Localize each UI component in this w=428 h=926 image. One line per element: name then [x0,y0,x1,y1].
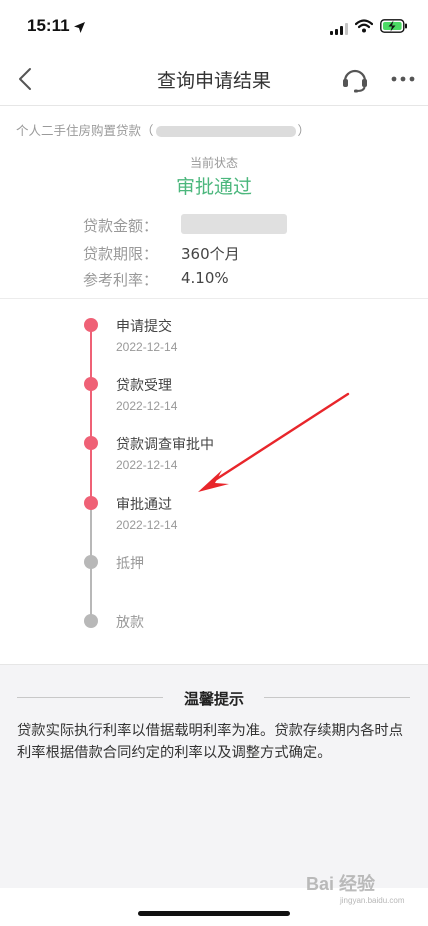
timeline-step-label: 审批通过 [116,497,172,513]
loan-term-row: 贷款期限： 360个月 [83,243,240,264]
watermark-url: jingyan.baidu.com [340,896,405,905]
timeline-line-done [90,325,92,503]
timeline-dot [84,614,98,628]
current-status-label: 当前状态 [189,156,238,170]
interest-rate-label: 参考利率： [83,271,159,289]
tips-title: 温馨提示 [183,690,244,708]
nav-bar: 查询申请结果 [0,50,428,106]
cellular-signal-icon [330,20,349,39]
tips-section: 温馨提示 贷款实际执行利率以借据载明利率为准。贷款存续期内各时点利率根据借款合同… [0,664,428,888]
current-status-value: 审批通过 [175,176,252,198]
timeline-step-date: 2022-12-14 [116,399,178,413]
location-arrow-icon [73,19,86,38]
loan-product-name: 个人二手住房购置贷款（ ） [16,120,310,139]
more-horizontal-icon [391,76,415,82]
interest-rate-row: 参考利率： 4.10% [83,269,229,290]
loan-name-suffix: ） [297,123,311,138]
watermark-logo: Bai 经验 [306,874,376,894]
loan-term-value: 360个月 [181,245,240,263]
status-time: 15:11 [27,16,70,35]
status-bar: 15:11 [0,0,428,50]
loan-name-prefix: 个人二手住房购置贷款（ [16,123,154,138]
section-divider [0,298,428,299]
headset-icon [343,69,367,93]
timeline-step-label: 申请提交 [116,319,172,335]
timeline-step-date: 2022-12-14 [116,458,178,472]
timeline-step-label: 放款 [116,615,144,631]
tips-text: 贷款实际执行利率以借据载明利率为准。贷款存续期内各时点利率根据借款合同约定的利率… [17,723,404,761]
loan-amount-redacted [181,214,287,234]
timeline-dot [84,496,98,510]
tips-divider-right [264,697,410,698]
home-indicator[interactable] [138,911,290,916]
more-options-button[interactable] [390,66,416,92]
loan-amount-row: 贷款金额： [83,214,287,236]
customer-service-button[interactable] [340,64,370,94]
timeline-dot [84,377,98,391]
timeline-step-label: 抵押 [116,556,144,572]
interest-rate-value: 4.10% [181,269,229,287]
loan-amount-value [181,214,287,238]
timeline-step-date: 2022-12-14 [116,518,178,532]
loan-term-label: 贷款期限： [83,245,159,263]
annotation-arrow-icon [198,392,350,492]
timeline-step-date: 2022-12-14 [116,340,178,354]
wifi-icon [354,18,374,37]
timeline-dot [84,436,98,450]
timeline-dot [84,555,98,569]
timeline-step-label: 贷款受理 [116,378,172,394]
loan-amount-label: 贷款金额： [83,217,159,235]
loan-id-redacted [155,126,296,137]
timeline-dot [84,318,98,332]
battery-charging-icon [380,18,408,37]
